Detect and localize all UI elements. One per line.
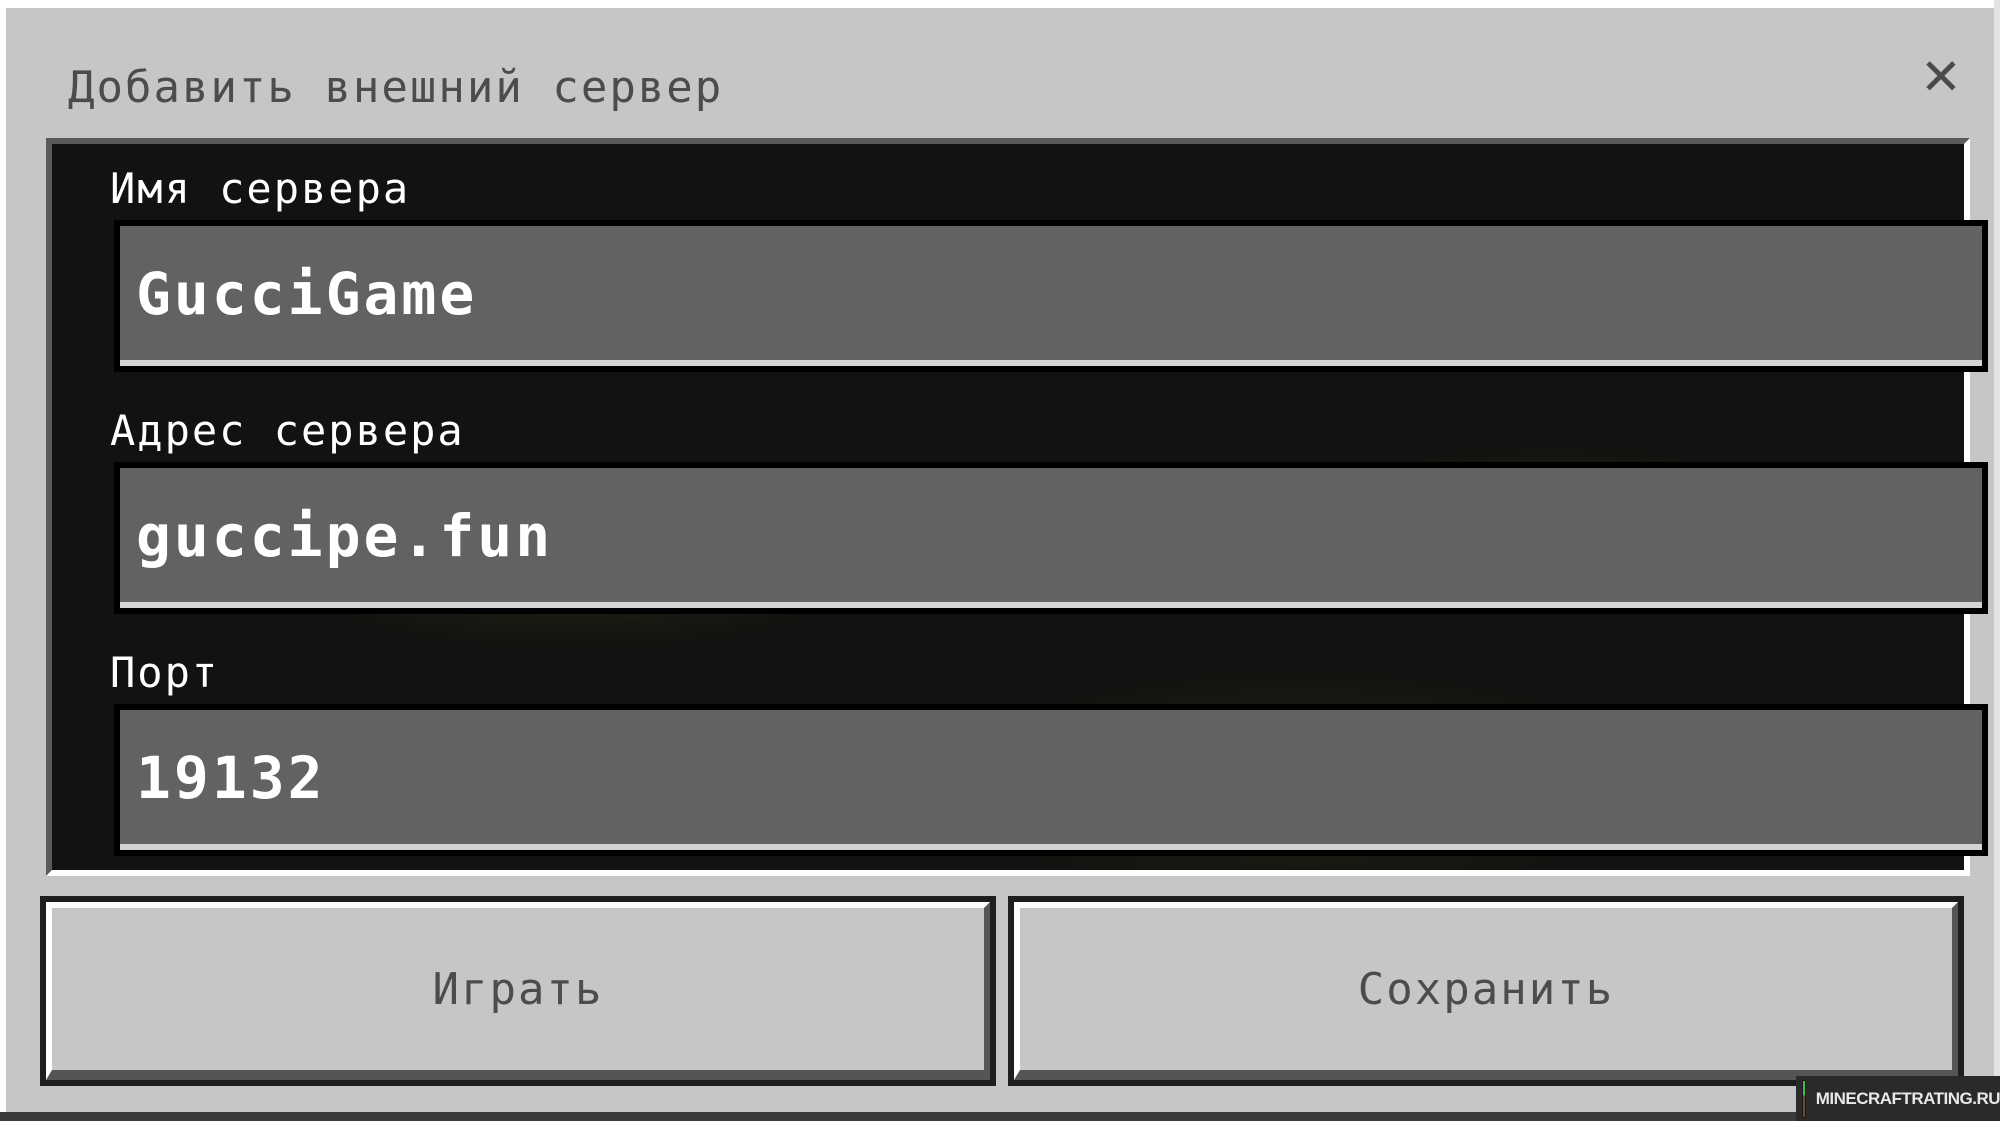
dialog-right-edge bbox=[1994, 0, 2000, 1121]
port-value: 19132 bbox=[136, 744, 326, 812]
form-panel: Имя сервера GucciGame Адрес сервера gucc… bbox=[46, 138, 1988, 876]
port-input[interactable]: 19132 bbox=[114, 704, 1988, 856]
server-name-label: Имя сервера bbox=[110, 164, 411, 213]
server-name-input[interactable]: GucciGame bbox=[114, 220, 1988, 372]
play-button[interactable]: Играть bbox=[40, 896, 996, 1086]
save-button-label: Сохранить bbox=[1014, 902, 1958, 1080]
watermark: MINECRAFTRATING.RU bbox=[1796, 1076, 2000, 1121]
server-address-label: Адрес сервера bbox=[110, 406, 465, 455]
dialog-bottom-edge bbox=[0, 1112, 2000, 1121]
server-name-value: GucciGame bbox=[136, 260, 478, 328]
server-address-value: guccipe.fun bbox=[136, 502, 554, 570]
watermark-text: MINECRAFTRATING.RU bbox=[1815, 1088, 2000, 1108]
server-address-input[interactable]: guccipe.fun bbox=[114, 462, 1988, 614]
grass-block-logo-icon bbox=[1802, 1079, 1806, 1118]
play-button-label: Играть bbox=[46, 902, 990, 1080]
port-label: Порт bbox=[110, 648, 220, 697]
dialog-title: Добавить внешний сервер bbox=[68, 62, 724, 113]
save-button[interactable]: Сохранить bbox=[1008, 896, 1964, 1086]
close-icon[interactable]: ✕ bbox=[1916, 52, 1966, 102]
